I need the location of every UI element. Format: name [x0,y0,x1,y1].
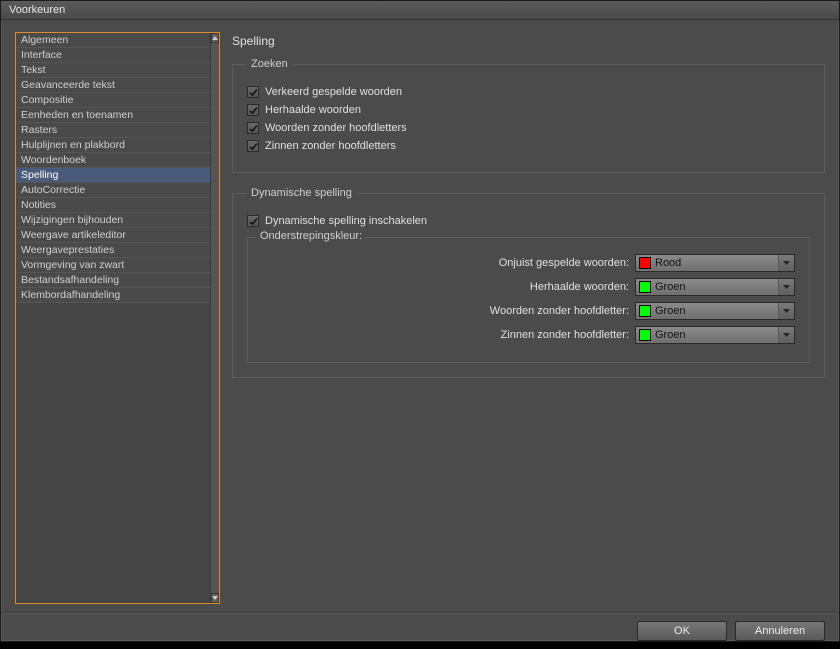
check-label: Zinnen zonder hoofdletters [265,140,396,152]
checkbox-icon[interactable] [247,215,259,227]
sidebar-item[interactable]: Geavanceerde tekst [16,78,210,93]
find-check-row[interactable]: Woorden zonder hoofdletters [247,122,810,134]
checkbox-icon[interactable] [247,86,259,98]
sidebar-item[interactable]: Woordenboek [16,153,210,168]
scroll-down-arrow[interactable] [211,593,219,603]
find-legend: Zoeken [247,58,292,70]
color-label: Herhaalde woorden: [530,281,629,293]
sidebar-item[interactable]: Vormgeving van zwart [16,258,210,273]
category-sidebar: AlgemeenInterfaceTekstGeavanceerde tekst… [15,32,220,604]
main-panel: Spelling Zoeken Verkeerd gespelde woorde… [232,32,825,604]
checkbox-icon[interactable] [247,140,259,152]
underline-color-group: Onderstrepingskleur: Onjuist gespelde wo… [247,237,810,363]
chevron-down-icon[interactable] [778,327,794,343]
color-row: Zinnen zonder hoofdletter: Groen [262,326,795,344]
color-row: Woorden zonder hoofdletter: Groen [262,302,795,320]
check-label: Verkeerd gespelde woorden [265,86,402,98]
enable-dynamic-row[interactable]: Dynamische spelling inschakelen [247,215,810,227]
dynamic-group: Dynamische spelling Dynamische spelling … [232,187,825,378]
color-swatch [639,329,651,341]
sidebar-item[interactable]: Algemeen [16,33,210,48]
sidebar-item[interactable]: Notities [16,198,210,213]
enable-dynamic-label: Dynamische spelling inschakelen [265,215,427,227]
color-name: Groen [655,329,778,341]
dialog-footer: OK Annuleren [1,612,839,649]
check-label: Woorden zonder hoofdletters [265,122,407,134]
find-check-row[interactable]: Verkeerd gespelde woorden [247,86,810,98]
color-name: Rood [655,257,778,269]
sidebar-item[interactable]: AutoCorrectie [16,183,210,198]
color-label: Onjuist gespelde woorden: [499,257,629,269]
color-row: Onjuist gespelde woorden: Rood [262,254,795,272]
sidebar-item[interactable]: Rasters [16,123,210,138]
color-name: Groen [655,281,778,293]
ok-button[interactable]: OK [637,621,727,641]
window-title: Voorkeuren [9,4,65,16]
color-swatch [639,305,651,317]
color-swatch [639,281,651,293]
category-list[interactable]: AlgemeenInterfaceTekstGeavanceerde tekst… [16,33,210,603]
scroll-up-arrow[interactable] [211,33,219,43]
sidebar-item[interactable]: Hulplijnen en plakbord [16,138,210,153]
dynamic-legend: Dynamische spelling [247,187,356,199]
find-group: Zoeken Verkeerd gespelde woorden Herhaald… [232,58,825,173]
sidebar-scrollbar[interactable] [210,33,219,603]
color-label: Woorden zonder hoofdletter: [490,305,629,317]
color-select[interactable]: Groen [635,302,795,320]
titlebar: Voorkeuren [1,1,839,20]
sidebar-item[interactable]: Compositie [16,93,210,108]
color-name: Groen [655,305,778,317]
sidebar-item[interactable]: Eenheden en toenamen [16,108,210,123]
check-label: Herhaalde woorden [265,104,361,116]
color-select[interactable]: Groen [635,278,795,296]
sidebar-item[interactable]: Spelling [16,168,210,183]
sidebar-item[interactable]: Interface [16,48,210,63]
color-select[interactable]: Rood [635,254,795,272]
color-row: Herhaalde woorden: Groen [262,278,795,296]
sidebar-item[interactable]: Weergaveprestaties [16,243,210,258]
color-label: Zinnen zonder hoofdletter: [501,329,629,341]
chevron-down-icon[interactable] [778,303,794,319]
sidebar-item[interactable]: Bestandsafhandeling [16,273,210,288]
sidebar-item[interactable]: Tekst [16,63,210,78]
find-check-row[interactable]: Zinnen zonder hoofdletters [247,140,810,152]
preferences-dialog: Voorkeuren AlgemeenInterfaceTekstGeavanc… [0,0,840,642]
checkbox-icon[interactable] [247,104,259,116]
underline-legend: Onderstrepingskleur: [256,230,366,242]
color-select[interactable]: Groen [635,326,795,344]
sidebar-item[interactable]: Klembordafhandeling [16,288,210,303]
chevron-down-icon[interactable] [778,255,794,271]
checkbox-icon[interactable] [247,122,259,134]
chevron-down-icon[interactable] [778,279,794,295]
find-check-row[interactable]: Herhaalde woorden [247,104,810,116]
sidebar-item[interactable]: Wijzigingen bijhouden [16,213,210,228]
dialog-content: AlgemeenInterfaceTekstGeavanceerde tekst… [1,20,839,612]
color-swatch [639,257,651,269]
panel-title: Spelling [232,34,825,48]
sidebar-item[interactable]: Weergave artikeleditor [16,228,210,243]
cancel-button[interactable]: Annuleren [735,621,825,641]
